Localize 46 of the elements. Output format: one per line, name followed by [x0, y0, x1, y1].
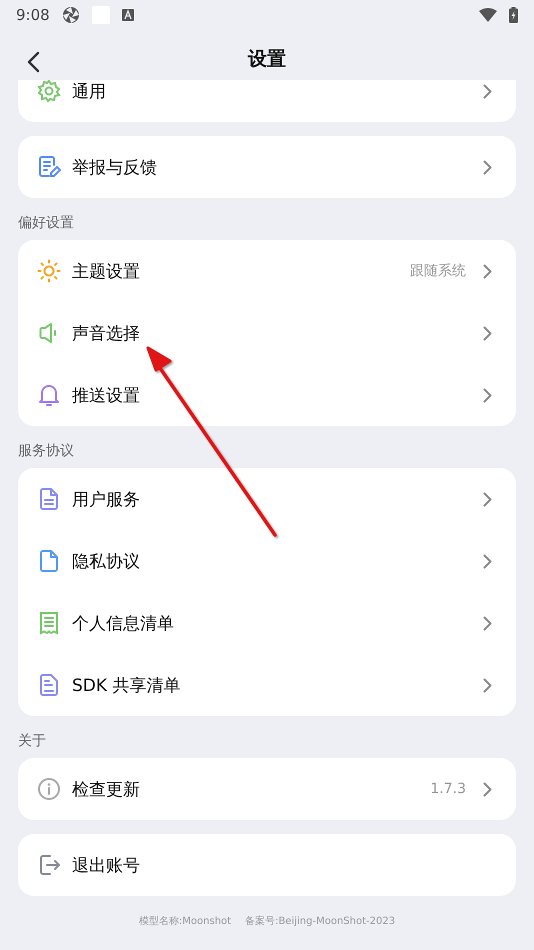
row-label: 声音选择 [72, 322, 140, 344]
aperture-icon [62, 6, 80, 24]
row-label: 推送设置 [72, 384, 140, 406]
page-icon [37, 549, 61, 573]
settings-row[interactable]: 用户服务 [18, 468, 516, 530]
settings-row[interactable]: 个人信息清单 [18, 592, 516, 654]
edit-document-icon [37, 155, 61, 179]
footer-text: 备案号:Beijing-MoonShot-2023 [245, 914, 396, 928]
section-label: 关于 [18, 732, 47, 750]
row-label: 举报与反馈 [72, 156, 157, 178]
document-icon [37, 487, 61, 511]
gear-icon [37, 80, 61, 103]
settings-row[interactable]: 主题设置 跟随系统 [18, 240, 516, 302]
bell-icon [37, 383, 61, 407]
receipt-icon [37, 611, 61, 635]
battery-icon [509, 7, 518, 23]
row-value: 1.7.3 [430, 781, 466, 797]
settings-row[interactable]: SDK 共享清单 [18, 654, 516, 716]
settings-row[interactable]: 退出账号 [18, 834, 516, 896]
footer-text: 模型名称:Moonshot [138, 914, 232, 928]
status-time: 9:08 [16, 6, 50, 24]
settings-row[interactable]: 声音选择 [18, 302, 516, 364]
settings-row[interactable]: 隐私协议 [18, 530, 516, 592]
row-label: 用户服务 [72, 488, 140, 510]
back-button[interactable] [26, 51, 40, 73]
logout-icon [37, 853, 61, 877]
info-icon [37, 777, 61, 801]
row-label: 主题设置 [72, 260, 140, 282]
row-label: 通用 [72, 80, 106, 102]
keyboard-icon [122, 9, 134, 21]
row-value: 跟随系统 [410, 262, 466, 280]
settings-row[interactable]: 检查更新 1.7.3 [18, 758, 516, 820]
row-label: 退出账号 [72, 854, 140, 876]
row-label: 隐私协议 [72, 550, 140, 572]
row-label: SDK 共享清单 [72, 674, 180, 696]
sdk-document-icon [37, 673, 61, 697]
wifi-icon [479, 8, 497, 22]
row-label: 个人信息清单 [72, 612, 174, 634]
row-label: 检查更新 [72, 778, 140, 800]
settings-row[interactable]: 举报与反馈 [18, 136, 516, 198]
section-label: 服务协议 [18, 442, 75, 460]
sun-icon [37, 259, 61, 283]
page-title: 设置 [248, 47, 286, 72]
section-label: 偏好设置 [18, 214, 75, 232]
settings-row[interactable]: 推送设置 [18, 364, 516, 426]
settings-row[interactable]: 通用 [18, 80, 516, 122]
